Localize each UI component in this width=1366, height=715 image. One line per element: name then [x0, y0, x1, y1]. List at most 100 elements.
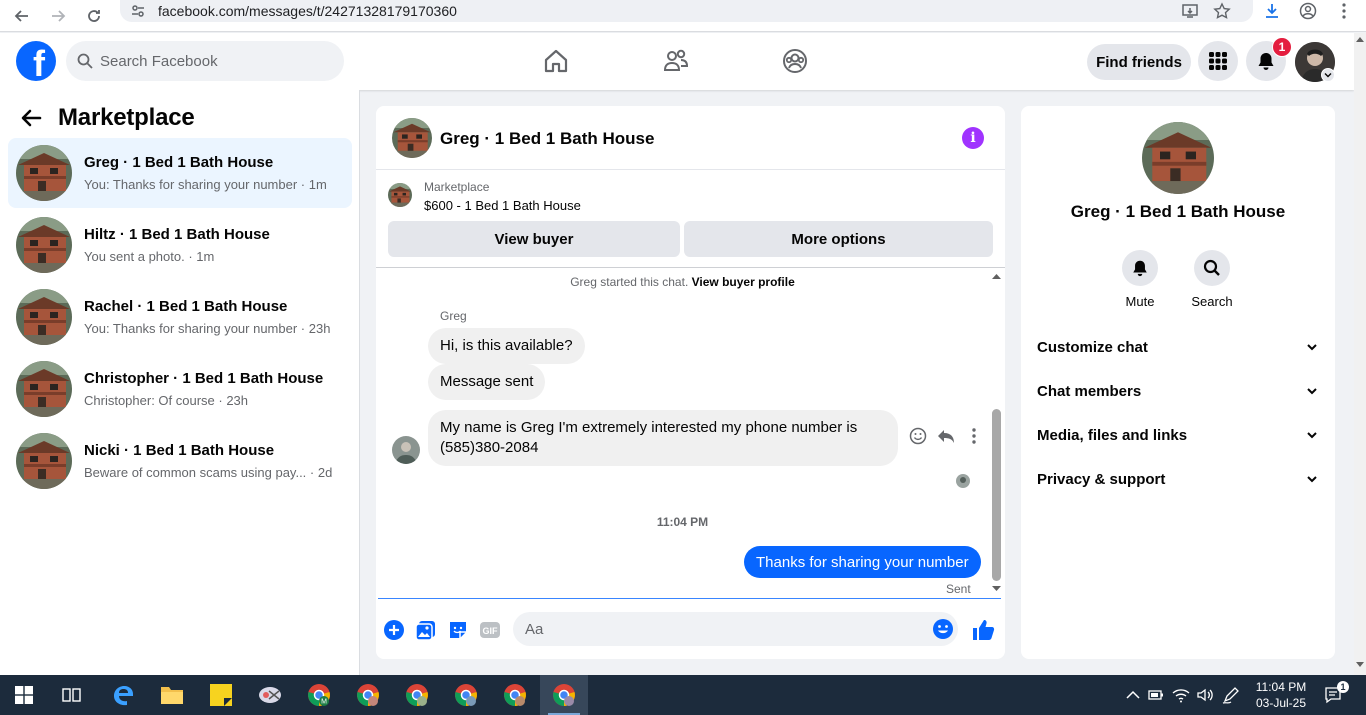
back-icon[interactable]	[8, 2, 36, 30]
home-icon[interactable]	[542, 47, 570, 75]
bell-icon	[1258, 53, 1274, 70]
message-bubble[interactable]: My name is Greg I'm extremely interested…	[428, 410, 898, 466]
mute-button[interactable]: Mute	[1110, 250, 1170, 309]
chrome-app-m[interactable]: M	[295, 675, 343, 715]
plus-circle-icon[interactable]	[383, 619, 405, 641]
more-options-button[interactable]: More options	[684, 221, 993, 257]
media-files-links-section[interactable]: Media, files and links	[1037, 415, 1319, 455]
chevron-up-icon[interactable]	[1124, 686, 1142, 704]
wifi-icon[interactable]	[1172, 686, 1190, 704]
find-friends-button[interactable]: Find friends	[1087, 44, 1191, 80]
pen-icon[interactable]	[1222, 686, 1240, 704]
sticker-icon[interactable]	[447, 619, 469, 641]
message-bubble[interactable]: Message sent	[428, 364, 546, 400]
gif-icon[interactable]: GIF	[479, 619, 501, 641]
menu-button[interactable]	[1198, 41, 1238, 81]
reload-icon[interactable]	[80, 2, 108, 30]
scrollbar-thumb[interactable]	[992, 409, 1001, 581]
page-scrollbar[interactable]	[1354, 33, 1366, 675]
install-app-icon[interactable]	[1176, 0, 1204, 25]
friends-icon[interactable]	[662, 47, 690, 75]
react-emoji-icon[interactable]	[908, 426, 928, 446]
conversation-item[interactable]: Nicki · 1 Bed 1 Bath House Beware of com…	[8, 426, 352, 496]
emoji-icon[interactable]	[932, 618, 954, 640]
chat-members-section[interactable]: Chat members	[1037, 371, 1319, 411]
chat-title[interactable]: Greg · 1 Bed 1 Bath House	[440, 129, 654, 149]
composer-divider	[378, 598, 1001, 599]
chrome-icon	[553, 684, 575, 706]
privacy-support-section[interactable]: Privacy & support	[1037, 459, 1319, 499]
forward-icon[interactable]	[44, 2, 72, 30]
search-input[interactable]	[100, 41, 330, 81]
download-icon[interactable]	[1258, 0, 1286, 25]
file-explorer-app[interactable]	[148, 675, 196, 715]
info-icon[interactable]: i	[962, 127, 984, 149]
chat-avatar[interactable]	[392, 118, 432, 158]
chrome-app-profile-3[interactable]	[442, 675, 490, 715]
chrome-app-profile-4[interactable]	[491, 675, 539, 715]
chevron-down-icon	[1307, 432, 1317, 439]
sticky-notes-icon	[210, 684, 232, 706]
svg-text:M: M	[321, 699, 327, 706]
sticky-notes-app[interactable]	[197, 675, 245, 715]
listing-price-title[interactable]: $600 - 1 Bed 1 Bath House	[424, 198, 581, 213]
search-box[interactable]	[66, 41, 344, 81]
reply-icon[interactable]	[936, 426, 956, 446]
chat-scrollbar[interactable]	[989, 269, 1005, 599]
listing-avatar[interactable]	[1142, 122, 1214, 194]
listing-thumbnail	[16, 145, 72, 201]
customize-chat-section[interactable]: Customize chat	[1037, 327, 1319, 367]
chat-header: Greg · 1 Bed 1 Bath House i	[376, 106, 1005, 170]
groups-icon[interactable]	[781, 47, 809, 75]
chrome-icon: M	[308, 684, 330, 706]
chrome-icon	[504, 684, 526, 706]
chat-details-panel: Greg · 1 Bed 1 Bath House Mute Search Cu…	[1021, 106, 1335, 659]
message-input[interactable]	[525, 612, 905, 646]
details-title: Greg · 1 Bed 1 Bath House	[1070, 202, 1286, 221]
conversation-item[interactable]: Greg · 1 Bed 1 Bath House You: Thanks fo…	[8, 138, 352, 208]
sender-avatar[interactable]	[392, 436, 420, 464]
volume-icon[interactable]	[1196, 686, 1214, 704]
message-composer: GIF	[376, 606, 1005, 659]
chevron-down-icon	[1307, 476, 1317, 483]
profile-icon[interactable]	[1294, 0, 1322, 25]
search-in-chat-button[interactable]: Search	[1182, 250, 1242, 309]
scroll-up-icon[interactable]	[992, 273, 1001, 279]
task-view-button[interactable]	[48, 675, 96, 715]
back-arrow-icon[interactable]	[20, 107, 42, 129]
conversation-name: Greg · 1 Bed 1 Bath House	[84, 154, 274, 171]
view-buyer-profile-link[interactable]: View buyer profile	[692, 275, 795, 289]
edge-app[interactable]	[99, 675, 147, 715]
conversation-item[interactable]: Rachel · 1 Bed 1 Bath House You: Thanks …	[8, 282, 352, 352]
battery-icon[interactable]	[1147, 686, 1165, 704]
thumbs-up-icon[interactable]	[971, 618, 995, 642]
account-chevron-down-icon[interactable]	[1321, 68, 1335, 82]
message-status: Sent	[946, 582, 971, 596]
bell-icon	[1133, 260, 1147, 277]
facebook-logo[interactable]: f	[16, 41, 56, 81]
url-text[interactable]: facebook.com/messages/t/2427132817917036…	[158, 3, 457, 19]
conversation-item[interactable]: Christopher · 1 Bed 1 Bath House Christo…	[8, 354, 352, 424]
chrome-app-profile-2[interactable]	[393, 675, 441, 715]
scroll-down-icon[interactable]	[1356, 662, 1364, 668]
message-input-box[interactable]	[513, 612, 958, 646]
chrome-app-active[interactable]	[540, 675, 588, 715]
conversation-preview: You: Thanks for sharing your number · 23…	[84, 321, 331, 336]
conversation-item[interactable]: Hiltz · 1 Bed 1 Bath House You sent a ph…	[8, 210, 352, 280]
message-bubble[interactable]: Hi, is this available?	[428, 328, 585, 364]
site-settings-icon[interactable]	[124, 0, 152, 25]
sent-message-bubble[interactable]: Thanks for sharing your number	[744, 546, 981, 578]
listing-thumbnail[interactable]	[388, 183, 412, 207]
snipping-tool-app[interactable]	[246, 675, 294, 715]
chrome-app-profile-1[interactable]	[344, 675, 392, 715]
start-button[interactable]	[0, 675, 48, 715]
windows-icon	[15, 686, 33, 704]
photo-icon[interactable]	[415, 619, 437, 641]
scroll-up-icon[interactable]	[1356, 36, 1364, 42]
more-actions-icon[interactable]	[964, 426, 984, 446]
view-buyer-button[interactable]: View buyer	[388, 221, 680, 257]
scroll-down-icon[interactable]	[992, 586, 1001, 592]
browser-menu-icon[interactable]	[1330, 0, 1358, 25]
system-clock[interactable]: 11:04 PM 03-Jul-25	[1250, 679, 1312, 711]
bookmark-star-icon[interactable]	[1208, 0, 1236, 25]
